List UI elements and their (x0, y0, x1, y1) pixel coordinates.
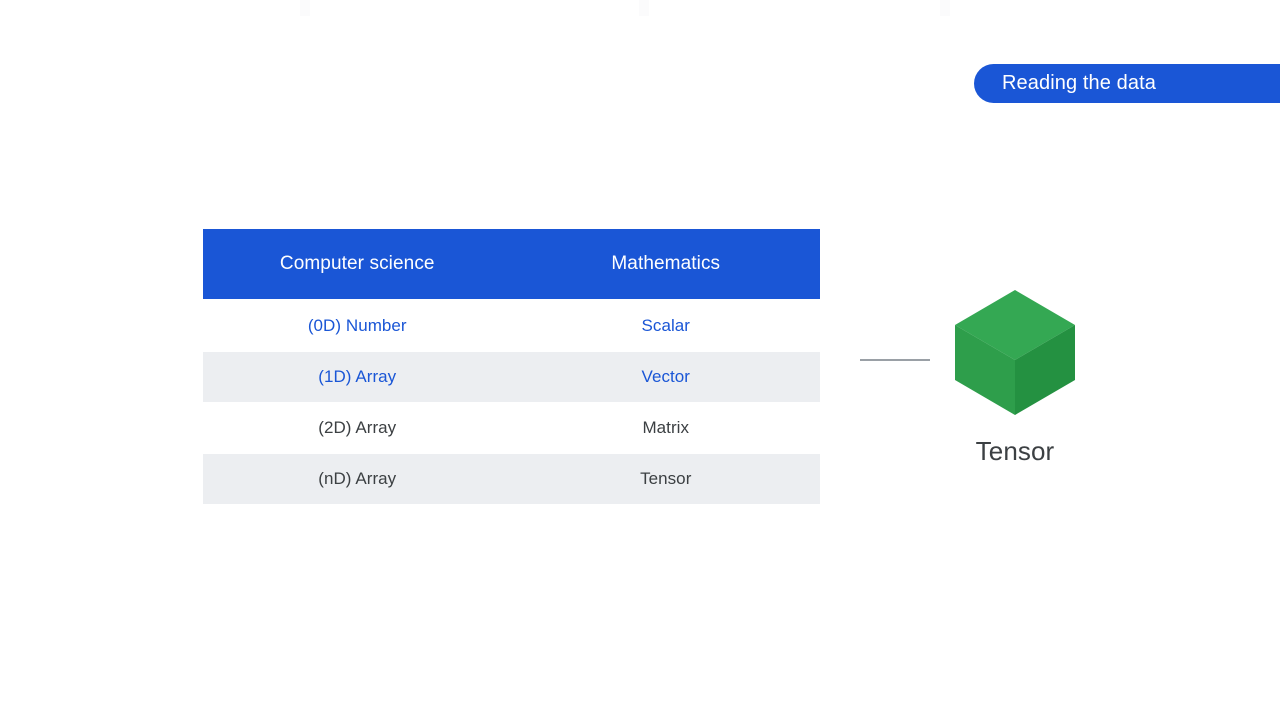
comparison-table: Computer science Mathematics (0D) Number… (203, 229, 820, 504)
section-banner-label: Reading the data (1002, 72, 1156, 94)
connector-line (860, 359, 930, 361)
table-row: (2D) Array Matrix (203, 403, 820, 453)
table-cell-math: Matrix (642, 418, 690, 437)
table-cell-cs: (0D) Number (307, 316, 407, 335)
table-cell-cs: (1D) Array (318, 367, 397, 386)
top-edge-mark-3 (940, 0, 950, 16)
table-row: (1D) Array Vector (203, 352, 820, 402)
table-header-mathematics: Mathematics (611, 253, 721, 274)
table-row: (0D) Number Scalar (203, 301, 820, 351)
top-edge-mark-2 (639, 0, 649, 16)
table-header-computer-science: Computer science (279, 253, 435, 274)
table-cell-math: Scalar (641, 316, 690, 335)
table-cell-math: Tensor (640, 469, 692, 488)
green-cube-icon (955, 290, 1075, 415)
table-header-row: Computer science Mathematics (203, 229, 820, 299)
top-edge-mark-1 (300, 0, 310, 16)
table-cell-cs: (2D) Array (318, 418, 397, 437)
tensor-illustration: Tensor (940, 285, 1090, 467)
section-banner: Reading the data (974, 64, 1280, 103)
table-cell-math: Vector (641, 367, 690, 386)
tensor-label: Tensor (975, 436, 1055, 466)
table-row: (nD) Array Tensor (203, 454, 820, 504)
table-cell-cs: (nD) Array (318, 469, 397, 488)
